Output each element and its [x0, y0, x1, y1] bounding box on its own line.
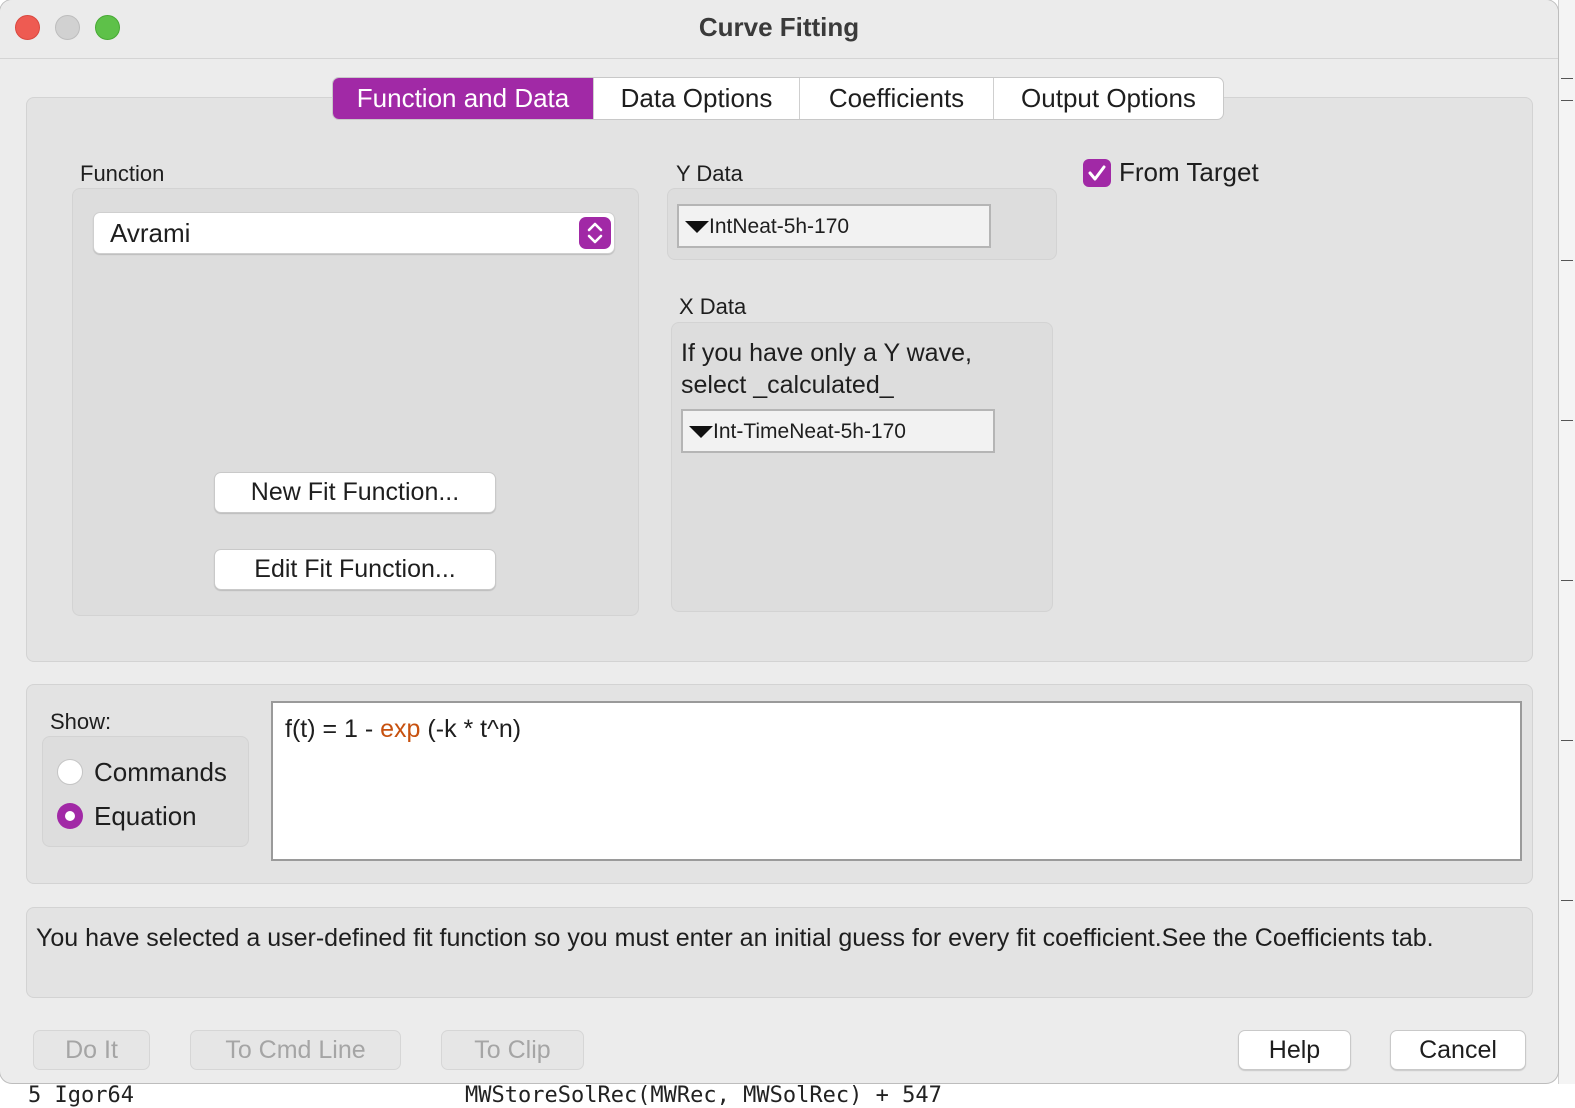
curve-fitting-dialog: Curve Fitting Function and Data Data Opt…: [0, 0, 1558, 1083]
x-data-value: Int-TimeNeat-5h-170: [713, 420, 906, 443]
background-console-strip: 5 Igor64 MWStoreSolRec(MWRec, MWSolRec) …: [0, 1084, 1575, 1107]
edit-fit-function-button[interactable]: Edit Fit Function...: [214, 549, 496, 590]
equation-prefix: f(t) = 1 -: [285, 715, 381, 743]
commands-radio-label[interactable]: Commands: [94, 757, 227, 788]
background-mark: [1561, 420, 1573, 421]
new-fit-function-button[interactable]: New Fit Function...: [214, 472, 496, 513]
do-it-button[interactable]: Do It: [33, 1030, 150, 1070]
tab-data-options[interactable]: Data Options: [594, 78, 800, 119]
commands-radio[interactable]: [57, 759, 83, 785]
to-clip-button[interactable]: To Clip: [441, 1030, 584, 1070]
dropdown-triangle-icon: [689, 426, 713, 438]
background-mark: [1561, 900, 1573, 901]
tab-function-and-data[interactable]: Function and Data: [333, 78, 594, 119]
show-label: Show:: [50, 709, 112, 734]
function-label: Function: [80, 161, 165, 186]
background-mark: [1561, 78, 1573, 79]
help-button[interactable]: Help: [1238, 1030, 1351, 1070]
checkmark-icon: [1088, 165, 1106, 181]
title-bar[interactable]: Curve Fitting: [0, 0, 1558, 59]
equation-display[interactable]: f(t) = 1 - exp (-k * t^n): [271, 701, 1522, 861]
x-data-label: X Data: [679, 294, 747, 319]
tab-coefficients[interactable]: Coefficients: [800, 78, 994, 119]
function-select-value: Avrami: [110, 218, 191, 248]
background-mark: [1561, 740, 1573, 741]
equation-radio-label[interactable]: Equation: [94, 801, 197, 832]
window-title: Curve Fitting: [698, 12, 860, 42]
equation-radio[interactable]: [57, 803, 83, 829]
y-data-label: Y Data: [676, 161, 743, 186]
y-data-value: IntNeat-5h-170: [709, 215, 850, 238]
background-mark: [1561, 580, 1573, 581]
tab-bar: Function and Data Data Options Coefficie…: [332, 77, 1224, 120]
x-data-hint-line2: select _calculated_: [681, 371, 894, 399]
from-target-checkbox[interactable]: [1083, 159, 1111, 187]
equation-suffix: (-k * t^n): [420, 715, 522, 743]
equation-text: f(t) = 1 - exp (-k * t^n): [285, 715, 521, 744]
equation-function-name: exp: [380, 715, 421, 743]
background-console-text: MWStoreSolRec(MWRec, MWSolRec) + 547: [465, 1083, 942, 1108]
dropdown-triangle-icon: [685, 221, 709, 233]
function-select[interactable]: Avrami: [93, 212, 615, 254]
background-console-text: 5 Igor64: [28, 1083, 134, 1108]
from-target-label[interactable]: From Target: [1119, 157, 1259, 188]
to-cmd-line-button[interactable]: To Cmd Line: [190, 1030, 401, 1070]
background-mark: [1561, 100, 1573, 101]
background-mark: [1561, 260, 1573, 261]
up-down-chevron-icon: [579, 217, 611, 249]
background-window-edge: [1558, 0, 1575, 1100]
tab-output-options[interactable]: Output Options: [994, 78, 1223, 119]
help-message: You have selected a user-defined fit fun…: [36, 924, 1434, 952]
y-data-popup[interactable]: IntNeat-5h-170: [677, 204, 991, 248]
x-data-popup[interactable]: Int-TimeNeat-5h-170: [681, 409, 995, 453]
x-data-hint-line1: If you have only a Y wave,: [681, 339, 972, 367]
cancel-button[interactable]: Cancel: [1390, 1030, 1526, 1070]
